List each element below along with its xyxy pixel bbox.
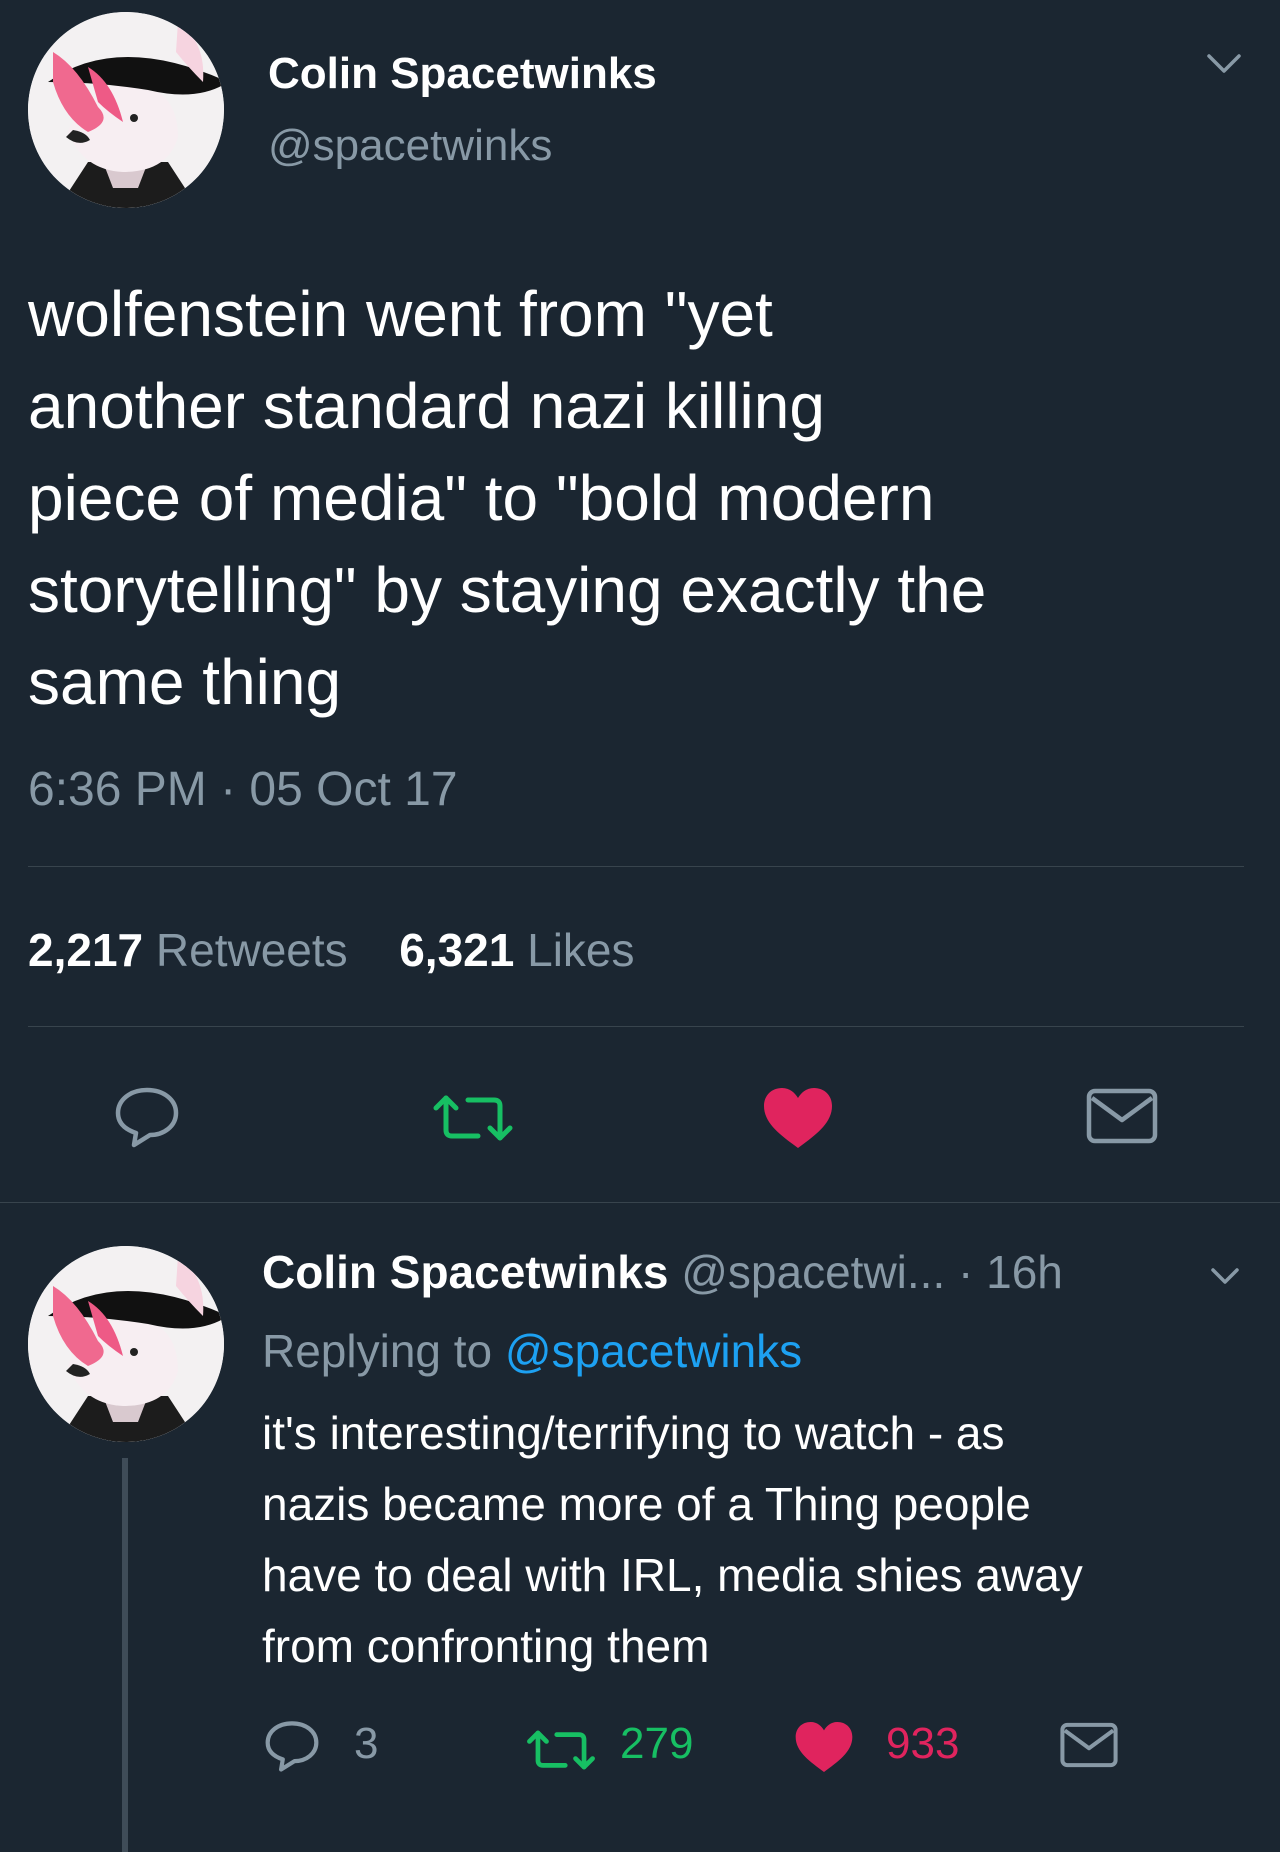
- divider: [28, 1026, 1244, 1027]
- timestamp[interactable]: 6:36 PM · 05 Oct 17: [28, 760, 458, 820]
- handle[interactable]: @spacetwinks: [268, 118, 552, 174]
- reply-text: it's interesting/terrifying to watch - a…: [262, 1398, 1252, 1682]
- likes-label[interactable]: Likes: [527, 924, 634, 976]
- replying-handle-link[interactable]: @spacetwinks: [505, 1325, 802, 1377]
- reply-text-line: nazis became more of a Thing people: [262, 1478, 1031, 1530]
- reply-text-line: from confronting them: [262, 1620, 710, 1672]
- tweet-text-line: wolfenstein went from "yet: [28, 278, 773, 350]
- thread-line: [122, 1458, 128, 1852]
- retweet-count[interactable]: 279: [620, 1716, 693, 1772]
- replying-label: Replying to: [262, 1325, 493, 1377]
- replying-to: Replying to @spacetwinks: [262, 1322, 802, 1380]
- like-count[interactable]: 933: [886, 1716, 959, 1772]
- display-name[interactable]: Colin Spacetwinks: [262, 1246, 668, 1298]
- tweet-age[interactable]: · 16h: [958, 1246, 1063, 1298]
- tweet-text-line: storytelling" by staying exactly the: [28, 554, 987, 626]
- envelope-icon[interactable]: [1086, 1088, 1158, 1144]
- tweet-text-line: another standard nazi killing: [28, 370, 825, 442]
- display-name[interactable]: Colin Spacetwinks: [268, 46, 657, 102]
- likes-count[interactable]: 6,321: [399, 924, 514, 976]
- chevron-down-icon[interactable]: [1210, 1266, 1240, 1286]
- chevron-down-icon[interactable]: [1206, 52, 1242, 76]
- reply-header: Colin Spacetwinks @spacetwi... · 16h: [262, 1244, 1063, 1300]
- reply-count[interactable]: 3: [354, 1716, 378, 1772]
- handle[interactable]: @spacetwi...: [681, 1246, 945, 1298]
- avatar[interactable]: [28, 1246, 224, 1442]
- tweet-text-line: same thing: [28, 646, 342, 718]
- divider: [28, 866, 1244, 867]
- reply-text-line: it's interesting/terrifying to watch - a…: [262, 1407, 1005, 1459]
- reply-icon[interactable]: [114, 1086, 180, 1148]
- retweets-label[interactable]: Retweets: [156, 924, 348, 976]
- avatar[interactable]: [28, 12, 224, 208]
- tweet-text-line: piece of media" to "bold modern: [28, 462, 935, 534]
- envelope-icon[interactable]: [1060, 1722, 1118, 1768]
- heart-icon[interactable]: [762, 1086, 834, 1150]
- heart-icon[interactable]: [794, 1720, 854, 1774]
- retweets-count[interactable]: 2,217: [28, 924, 143, 976]
- reply-icon[interactable]: [264, 1720, 320, 1772]
- retweet-icon[interactable]: [526, 1726, 596, 1774]
- divider: [0, 1202, 1280, 1203]
- engagement-stats: 2,217 Retweets 6,321 Likes: [28, 920, 635, 980]
- reply-text-line: have to deal with IRL, media shies away: [262, 1549, 1083, 1601]
- retweet-icon[interactable]: [432, 1090, 514, 1146]
- tweet-text: wolfenstein went from "yet another stand…: [28, 268, 1258, 728]
